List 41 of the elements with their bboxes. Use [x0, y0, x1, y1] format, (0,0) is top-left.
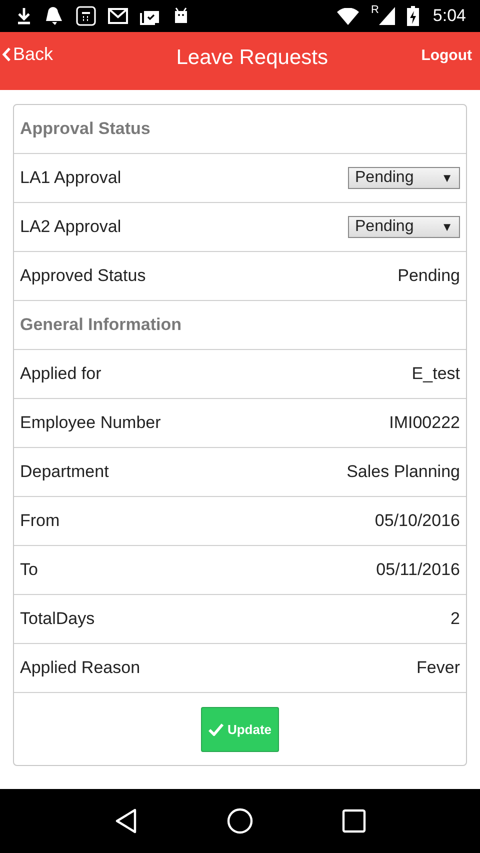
field-label: TotalDays	[20, 609, 95, 629]
battery-icon	[406, 6, 419, 26]
mail-icon	[108, 8, 128, 24]
field-value: IMI00222	[389, 413, 460, 433]
field-value: Pending	[398, 266, 460, 286]
calculator-icon	[76, 6, 96, 26]
field-value: 05/11/2016	[376, 560, 460, 580]
field-label: Applied for	[20, 364, 102, 384]
signal-icon	[378, 7, 395, 25]
update-button[interactable]: Update	[201, 706, 279, 752]
field-label: LA1 Approval	[20, 168, 122, 188]
back-nav-icon[interactable]	[114, 808, 138, 834]
field-value: 05/10/2016	[374, 511, 460, 531]
field-label: LA2 Approval	[20, 217, 122, 237]
wifi-icon	[336, 8, 359, 24]
chevron-left-icon	[2, 47, 11, 62]
section-heading: General Information	[20, 315, 182, 335]
section-heading: Approval Status	[20, 119, 150, 139]
status-dropdown[interactable]: Pending ▼	[348, 216, 460, 238]
field-label: From	[20, 511, 60, 531]
checkmark-icon	[208, 722, 224, 736]
field-label: Employee Number	[20, 413, 161, 433]
back-link[interactable]: Back	[2, 44, 54, 65]
download-icon	[16, 7, 32, 25]
status-dropdown[interactable]: Pending ▼	[348, 167, 460, 189]
field-value: E_test	[412, 364, 460, 384]
field-label: Approved Status	[20, 266, 146, 286]
bell-icon	[44, 6, 64, 26]
field-value: 2	[450, 609, 460, 629]
status-time: 5:04	[432, 6, 466, 26]
field-label: To	[20, 560, 38, 580]
home-nav-icon[interactable]	[226, 808, 253, 834]
recents-nav-icon[interactable]	[342, 809, 366, 833]
field-value: Fever	[416, 658, 460, 678]
logout-link[interactable]: Logout	[421, 47, 472, 64]
android-icon	[172, 7, 190, 25]
field-label: Department	[20, 462, 109, 482]
field-value: Sales Planning	[346, 462, 460, 482]
roaming-indicator: R	[370, 4, 379, 16]
page-title: Leave Requests	[176, 46, 328, 70]
field-label: Applied Reason	[20, 658, 140, 678]
